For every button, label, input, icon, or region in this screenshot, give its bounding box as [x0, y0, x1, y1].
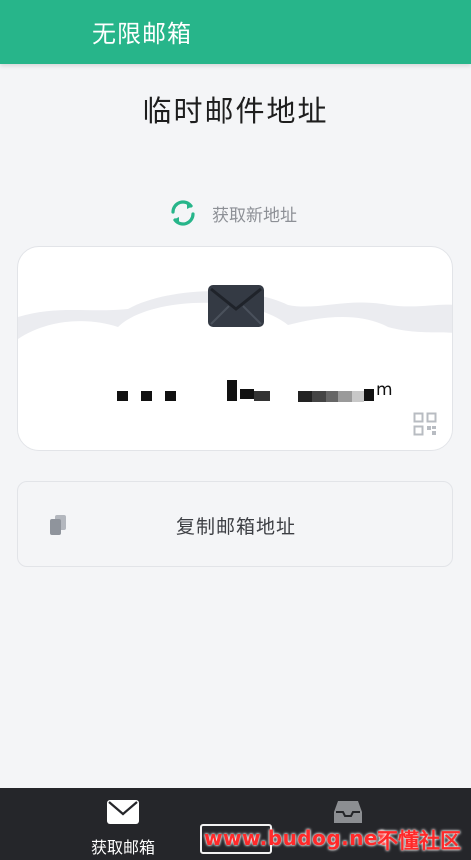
- copy-email-button[interactable]: 复制邮箱地址: [17, 481, 453, 567]
- card-background-clouds: [18, 291, 452, 450]
- tab-get-mailbox-label: 获取邮箱: [90, 838, 155, 857]
- tab-get-mailbox[interactable]: 获取邮箱: [63, 788, 183, 860]
- page-title: 临时邮件地址: [142, 94, 329, 128]
- email-visible-suffix: m: [376, 380, 393, 400]
- envelope-icon: [208, 285, 264, 327]
- redacted-email-address: m: [117, 380, 393, 402]
- envelope-icon: [107, 800, 139, 824]
- get-new-address-button[interactable]: 获取新地址: [168, 196, 297, 230]
- app-title: 无限邮箱: [92, 20, 192, 48]
- watermark: www.budog.net 不懂社区: [200, 824, 465, 858]
- watermark-name: 不懂社区: [377, 829, 461, 853]
- qr-code-icon[interactable]: [413, 412, 437, 436]
- inbox-icon: [334, 801, 362, 823]
- watermark-url: www.budog.net: [204, 826, 389, 850]
- app-bar: 无限邮箱: [0, 0, 471, 64]
- refresh-icon: [168, 198, 198, 228]
- email-card: m: [17, 246, 453, 451]
- get-new-address-label: 获取新地址: [212, 205, 297, 226]
- copy-email-label: 复制邮箱地址: [175, 516, 296, 538]
